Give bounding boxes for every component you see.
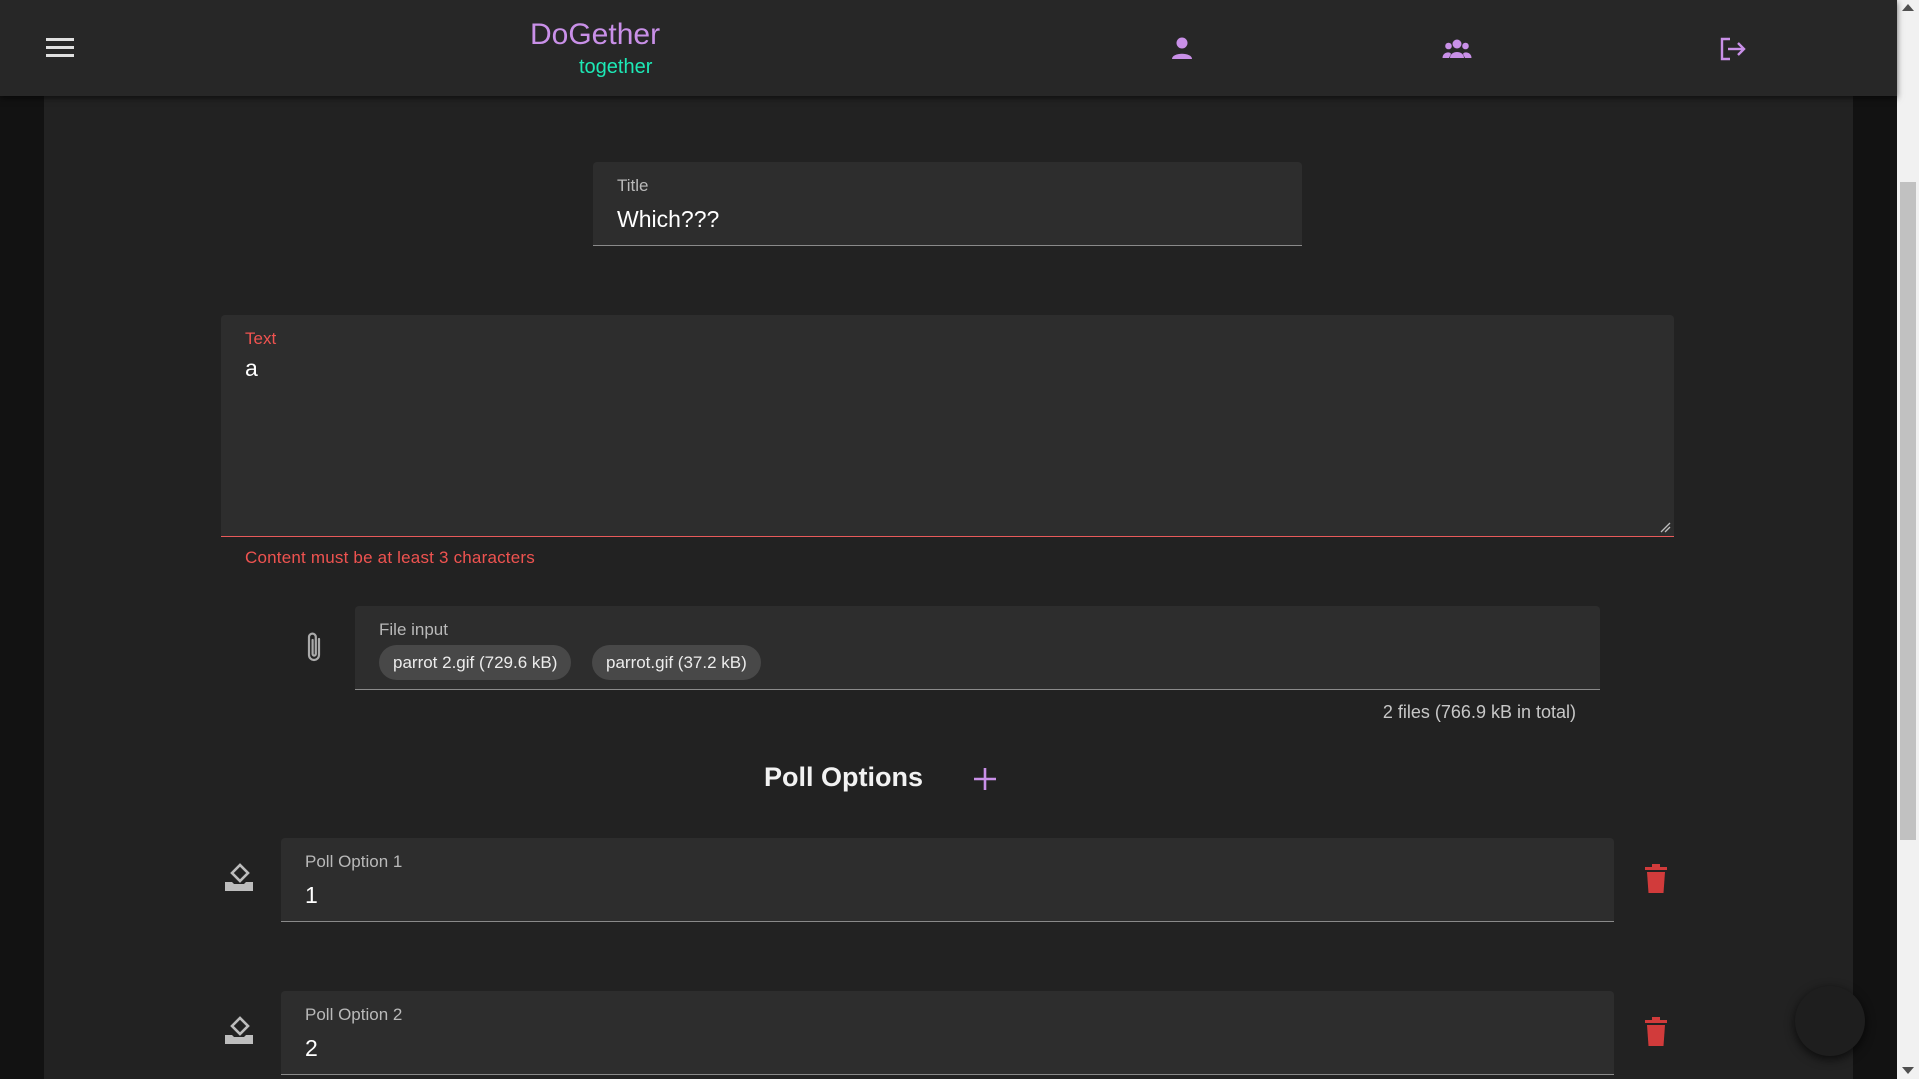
file-summary: 2 files (766.9 kB in total) — [1382, 702, 1576, 722]
delete-icon[interactable] — [1643, 863, 1669, 895]
theme-toggle-button[interactable] — [1795, 986, 1865, 1056]
profile-button[interactable] — [1166, 34, 1198, 64]
title-field-value[interactable]: Which??? — [617, 206, 719, 233]
text-field[interactable]: Text a — [221, 315, 1674, 537]
text-error-message: Content must be at least 3 characters — [245, 548, 535, 567]
text-field-label: Text — [245, 329, 277, 348]
poll-option-value[interactable]: 1 — [305, 882, 318, 909]
title-field[interactable]: Title Which??? — [593, 162, 1302, 246]
scroll-up-arrow-icon[interactable] — [1902, 4, 1914, 11]
scroll-down-arrow-icon[interactable] — [1902, 1067, 1914, 1074]
page-scrollbar[interactable] — [1897, 0, 1919, 1079]
add-poll-option-icon[interactable] — [970, 764, 1000, 794]
app-title[interactable]: DoGether — [530, 18, 660, 52]
resize-handle-icon[interactable] — [1659, 521, 1671, 533]
file-input-label: File input — [379, 620, 448, 639]
vote-icon — [225, 1016, 253, 1044]
file-chip[interactable]: parrot 2.gif (729.6 kB) — [379, 645, 572, 680]
poll-option-field[interactable]: Poll Option 1 1 — [281, 838, 1614, 922]
file-chip[interactable]: parrot.gif (37.2 kB) — [592, 645, 761, 680]
menu-icon — [46, 38, 74, 57]
poll-option-label: Poll Option 2 — [305, 1005, 403, 1024]
logout-icon — [1720, 37, 1746, 61]
menu-button[interactable] — [40, 30, 80, 66]
text-field-value[interactable]: a — [245, 355, 258, 382]
poll-option-label: Poll Option 1 — [305, 852, 403, 871]
moon-icon — [1819, 1006, 1834, 1036]
app-subtitle: together — [579, 56, 653, 78]
poll-option-value[interactable]: 2 — [305, 1035, 318, 1062]
vote-icon — [225, 863, 253, 891]
groups-icon — [1442, 39, 1472, 58]
groups-button[interactable] — [1441, 34, 1473, 64]
scroll-thumb[interactable] — [1900, 182, 1916, 840]
poll-options-heading: Poll Options — [764, 762, 923, 792]
logout-button[interactable] — [1717, 34, 1749, 64]
delete-icon[interactable] — [1643, 1016, 1669, 1048]
poll-option-field[interactable]: Poll Option 2 2 — [281, 991, 1614, 1075]
app-bar: DoGether together — [0, 0, 1897, 96]
account-icon — [1172, 37, 1192, 59]
paperclip-icon[interactable] — [300, 627, 328, 667]
title-field-label: Title — [617, 176, 649, 195]
